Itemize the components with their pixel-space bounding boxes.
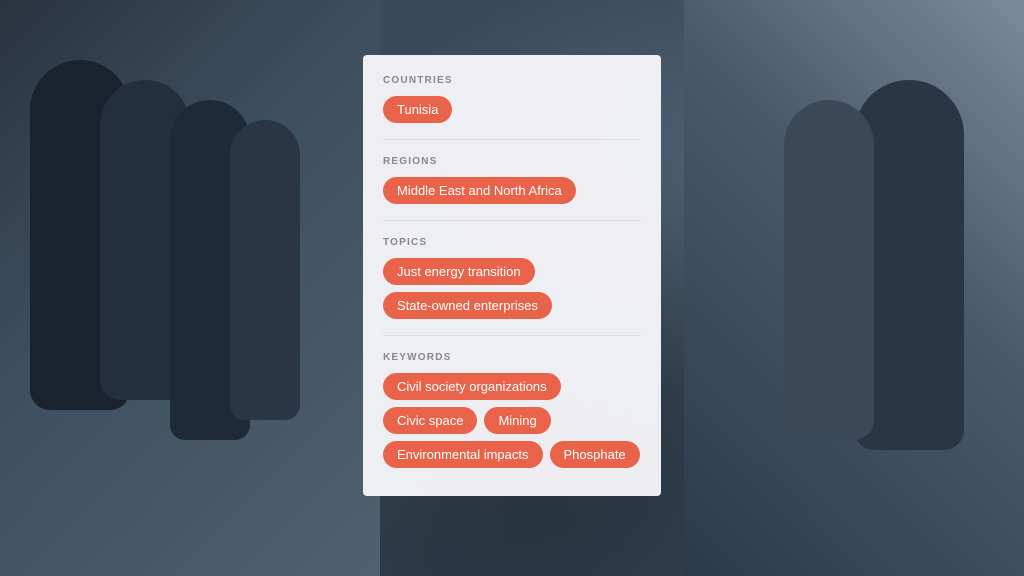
- tag-environmental[interactable]: Environmental impacts: [383, 441, 543, 468]
- divider-2: [383, 220, 641, 221]
- tag-mena[interactable]: Middle East and North Africa: [383, 177, 576, 204]
- topics-label: TOPICS: [383, 237, 641, 248]
- tag-phosphate[interactable]: Phosphate: [550, 441, 640, 468]
- tag-tunisia[interactable]: Tunisia: [383, 96, 452, 123]
- person-silhouette-6: [784, 100, 874, 440]
- divider-1: [383, 139, 641, 140]
- regions-tags: Middle East and North Africa: [383, 177, 641, 204]
- tag-civic-space[interactable]: Civic space: [383, 407, 477, 434]
- person-silhouette-4: [230, 120, 300, 420]
- metadata-panel: COUNTRIES Tunisia REGIONS Middle East an…: [363, 55, 661, 496]
- tag-just-energy[interactable]: Just energy transition: [383, 258, 535, 285]
- tag-state-owned[interactable]: State-owned enterprises: [383, 292, 552, 319]
- countries-label: COUNTRIES: [383, 75, 641, 86]
- topics-tags: Just energy transition State-owned enter…: [383, 258, 641, 319]
- keywords-label: KEYWORDS: [383, 352, 641, 363]
- countries-tags: Tunisia: [383, 96, 641, 123]
- tag-mining[interactable]: Mining: [484, 407, 550, 434]
- divider-3: [383, 335, 641, 336]
- keywords-section: KEYWORDS Civil society organizations Civ…: [383, 352, 641, 468]
- regions-section: REGIONS Middle East and North Africa: [383, 156, 641, 204]
- keywords-tags: Civil society organizations Civic space …: [383, 373, 641, 468]
- regions-label: REGIONS: [383, 156, 641, 167]
- tag-civil-society[interactable]: Civil society organizations: [383, 373, 561, 400]
- countries-section: COUNTRIES Tunisia: [383, 75, 641, 123]
- topics-section: TOPICS Just energy transition State-owne…: [383, 237, 641, 319]
